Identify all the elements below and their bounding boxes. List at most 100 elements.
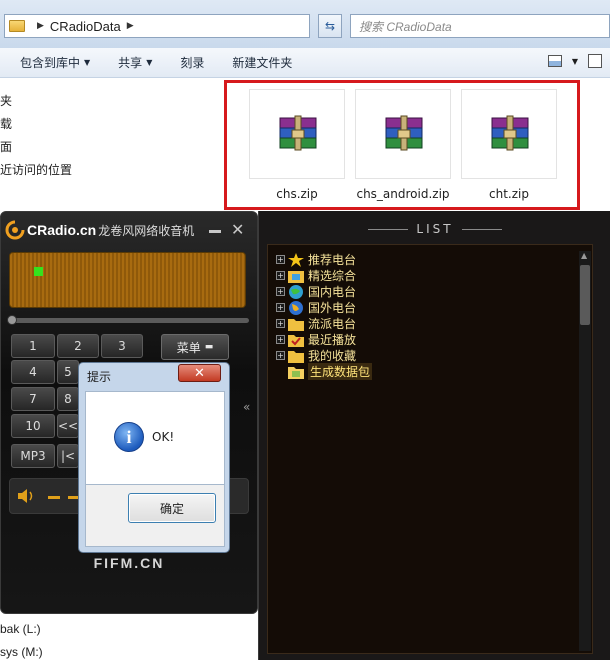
nav-drive-bak[interactable]: bak (L:) bbox=[0, 622, 41, 636]
tree-item-generate-package[interactable]: 生成数据包 bbox=[288, 363, 373, 380]
command-bar: 包含到库中 ▼ 共享 ▼ 刻录 新建文件夹 ▼ bbox=[0, 48, 610, 78]
key-rewind[interactable]: << bbox=[57, 414, 79, 438]
cradio-logo-icon bbox=[5, 220, 25, 240]
file-name[interactable]: cht.zip bbox=[454, 187, 564, 201]
info-dialog: 提示 ✕ i OK! 确定 bbox=[78, 362, 230, 553]
tree-label: 最近播放 bbox=[308, 333, 357, 347]
search-input[interactable]: 搜索 CRadioData bbox=[350, 14, 610, 38]
tree-label: 国内电台 bbox=[308, 285, 357, 299]
menu-label: 菜单 bbox=[176, 340, 201, 355]
expand-icon[interactable]: + bbox=[276, 351, 285, 360]
radio-footer-brand: FIFM.CN bbox=[93, 555, 165, 571]
new-folder-button[interactable]: 新建文件夹 bbox=[218, 54, 306, 71]
include-library-label: 包含到库中 bbox=[20, 56, 81, 70]
dialog-title: 提示 bbox=[87, 370, 112, 384]
star-icon bbox=[288, 252, 304, 267]
key-8[interactable]: 8 bbox=[57, 387, 79, 411]
expand-icon[interactable]: + bbox=[276, 255, 285, 264]
close-icon: ✕ bbox=[194, 365, 205, 381]
burn-label: 刻录 bbox=[180, 56, 205, 70]
refresh-button[interactable]: ⇆ bbox=[318, 14, 342, 38]
station-list-window: LIST + 推荐电台 + 精选综合 + 国内电台 + 国外电台 + 流派电台 … bbox=[258, 211, 610, 660]
nav-item[interactable]: 载 bbox=[0, 115, 12, 132]
folder-icon bbox=[9, 20, 25, 32]
expand-icon[interactable]: + bbox=[276, 319, 285, 328]
address-box[interactable]: ▶ CRadioData ▶ bbox=[4, 14, 310, 38]
new-folder-label: 新建文件夹 bbox=[232, 56, 293, 70]
files-highlight-frame: chs.zip chs_android.zip cht.zip bbox=[224, 80, 580, 210]
tree-item-recommended[interactable]: + 推荐电台 bbox=[276, 251, 356, 268]
preview-pane-icon[interactable] bbox=[588, 54, 602, 68]
station-tree: + 推荐电台 + 精选综合 + 国内电台 + 国外电台 + 流派电台 + 最近播… bbox=[267, 244, 593, 654]
volume-level-mark bbox=[48, 496, 60, 499]
tree-item-recent[interactable]: + 最近播放 bbox=[276, 331, 356, 348]
key-1[interactable]: 1 bbox=[11, 334, 55, 358]
share-button[interactable]: 共享 ▼ bbox=[104, 54, 166, 71]
expand-icon[interactable]: + bbox=[276, 287, 285, 296]
key-3[interactable]: 3 bbox=[101, 334, 143, 358]
change-view-icon[interactable] bbox=[547, 55, 562, 67]
file-chs-android-zip[interactable] bbox=[355, 89, 451, 179]
expand-icon[interactable]: + bbox=[276, 303, 285, 312]
tree-item-domestic[interactable]: + 国内电台 bbox=[276, 283, 356, 300]
breadcrumb[interactable]: CRadioData bbox=[50, 19, 121, 34]
tree-item-foreign[interactable]: + 国外电台 bbox=[276, 299, 356, 316]
key-4[interactable]: 4 bbox=[11, 360, 55, 384]
burn-button[interactable]: 刻录 bbox=[166, 54, 218, 71]
scroll-up-icon[interactable]: ▲ bbox=[581, 251, 587, 260]
key-10[interactable]: 10 bbox=[11, 414, 55, 438]
folder-check-icon bbox=[288, 334, 304, 347]
ok-button[interactable]: 确定 bbox=[128, 493, 216, 523]
seek-knob[interactable] bbox=[7, 315, 17, 325]
nav-drive-sys[interactable]: sys (M:) bbox=[0, 645, 43, 659]
minimize-button[interactable] bbox=[209, 230, 221, 233]
close-icon[interactable]: ✕ bbox=[231, 220, 244, 239]
key-7[interactable]: 7 bbox=[11, 387, 55, 411]
seek-slider[interactable] bbox=[7, 315, 249, 325]
tree-item-genre[interactable]: + 流派电台 bbox=[276, 315, 356, 332]
search-placeholder: 搜索 CRadioData bbox=[359, 19, 452, 34]
key-2[interactable]: 2 bbox=[57, 334, 99, 358]
prev-button[interactable]: |< bbox=[57, 444, 79, 468]
scroll-thumb[interactable] bbox=[580, 265, 590, 325]
tree-label: 推荐电台 bbox=[308, 253, 357, 267]
tree-item-featured[interactable]: + 精选综合 bbox=[276, 267, 356, 284]
speaker-icon[interactable] bbox=[16, 487, 36, 505]
folder-tv-icon bbox=[288, 270, 304, 283]
menu-arrow-icon: ▬ bbox=[204, 342, 214, 352]
tree-label: 生成数据包 bbox=[308, 363, 373, 380]
radio-subtitle: 龙卷风网络收音机 bbox=[98, 223, 195, 238]
mp3-button[interactable]: MP3 bbox=[11, 444, 55, 468]
include-library-button[interactable]: 包含到库中 ▼ bbox=[6, 54, 104, 71]
nav-item[interactable]: 夹 bbox=[0, 92, 12, 109]
file-name[interactable]: chs_android.zip bbox=[348, 187, 458, 201]
chevron-down-icon[interactable]: ▼ bbox=[572, 57, 578, 66]
expand-icon[interactable]: + bbox=[276, 335, 285, 344]
breadcrumb-arrow-icon[interactable]: ▶ bbox=[127, 21, 134, 31]
file-name[interactable]: chs.zip bbox=[242, 187, 352, 201]
refresh-icon: ⇆ bbox=[324, 19, 336, 33]
globe-icon bbox=[289, 284, 303, 299]
status-led bbox=[34, 267, 43, 276]
file-cht-zip[interactable] bbox=[461, 89, 557, 179]
radio-title-bar: CRadio.cn 龙卷风网络收音机 bbox=[5, 220, 194, 240]
dialog-body: i OK! bbox=[85, 391, 225, 485]
key-5[interactable]: 5 bbox=[57, 360, 79, 384]
nav-item[interactable]: 面 bbox=[0, 138, 12, 155]
expand-icon[interactable]: + bbox=[276, 271, 285, 280]
breadcrumb-arrow-icon[interactable]: ▶ bbox=[37, 21, 44, 31]
tree-scrollbar[interactable]: ▲ bbox=[579, 251, 591, 651]
collapse-list-button[interactable]: « bbox=[243, 400, 250, 414]
winrar-archive-icon bbox=[385, 115, 423, 151]
address-bar-area: ▶ CRadioData ▶ ⇆ 搜索 CRadioData bbox=[0, 0, 610, 48]
winrar-archive-icon bbox=[279, 115, 317, 151]
file-chs-zip[interactable] bbox=[249, 89, 345, 179]
nav-item-recent-places[interactable]: 近访问的位置 bbox=[0, 161, 72, 178]
share-label: 共享 bbox=[118, 56, 143, 70]
dialog-footer: 确定 bbox=[85, 485, 225, 547]
dialog-close-button[interactable]: ✕ bbox=[178, 364, 221, 382]
tree-item-favorites[interactable]: + 我的收藏 bbox=[276, 347, 356, 364]
tree-label: 流派电台 bbox=[308, 317, 357, 331]
globe-icon bbox=[289, 300, 303, 315]
menu-button[interactable]: 菜单 ▬ bbox=[161, 334, 229, 360]
